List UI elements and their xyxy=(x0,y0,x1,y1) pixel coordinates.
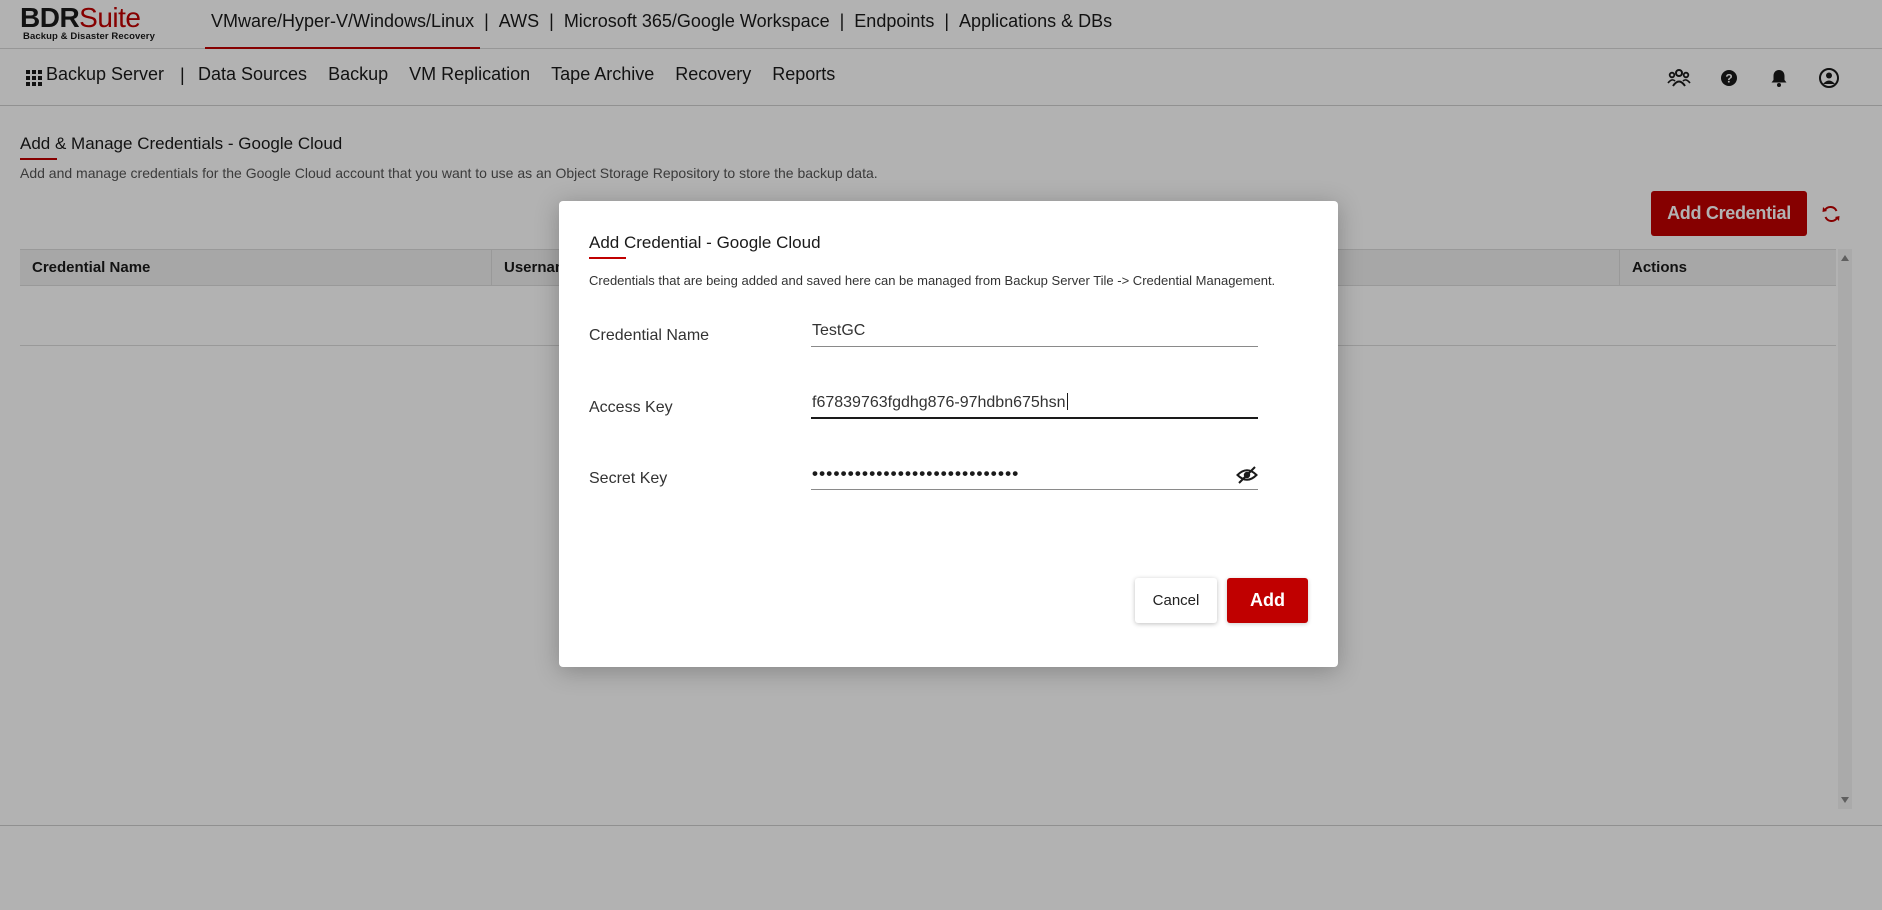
access-key-value: f67839763fgdhg876-97hdbn675hsn xyxy=(812,394,1066,411)
credential-name-input[interactable]: TestGC xyxy=(811,319,1258,347)
secret-key-masked-value: ••••••••••••••••••••••••••••• xyxy=(812,464,1020,483)
add-button[interactable]: Add xyxy=(1227,578,1308,623)
text-cursor xyxy=(1066,393,1068,410)
dialog-title-underline xyxy=(589,257,626,259)
secret-key-input[interactable]: ••••••••••••••••••••••••••••• xyxy=(811,462,1258,490)
access-key-input[interactable]: f67839763fgdhg876-97hdbn675hsn xyxy=(811,391,1258,419)
credential-name-label: Credential Name xyxy=(589,327,710,344)
dialog-description: Credentials that are being added and sav… xyxy=(589,273,1276,288)
add-credential-dialog: Add Credential - Google Cloud Credential… xyxy=(559,201,1338,667)
secret-key-label: Secret Key xyxy=(589,470,668,487)
hide-password-eye-icon[interactable] xyxy=(1236,464,1258,486)
access-key-label: Access Key xyxy=(589,399,673,416)
credential-name-value: TestGC xyxy=(812,322,866,339)
cancel-button[interactable]: Cancel xyxy=(1135,578,1217,623)
dialog-title: Add Credential - Google Cloud xyxy=(589,233,821,252)
